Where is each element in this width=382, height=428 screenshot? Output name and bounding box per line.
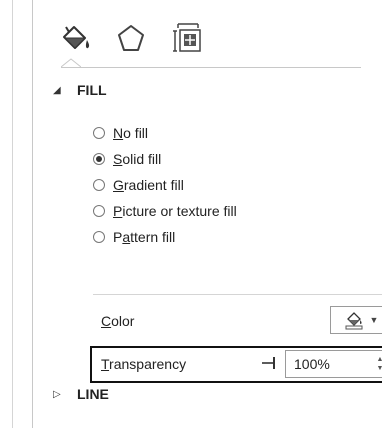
collapse-caret-icon: ◢ bbox=[53, 84, 61, 96]
radio-label: Gradient fill bbox=[113, 177, 184, 193]
spin-buttons[interactable]: ▲ ▼ bbox=[372, 351, 382, 377]
fill-divider bbox=[93, 294, 382, 295]
transparency-value[interactable]: 100% bbox=[286, 356, 372, 372]
radio-button-selected-icon[interactable] bbox=[93, 153, 105, 165]
radio-label: Pattern fill bbox=[113, 229, 176, 245]
radio-gradient-fill[interactable]: Gradient fill bbox=[93, 172, 237, 198]
format-pane: ◢ FILL No fill Solid fill Gradient fill … bbox=[33, 0, 382, 428]
line-section-title: LINE bbox=[77, 386, 109, 402]
transparency-slider-handle-icon[interactable] bbox=[261, 356, 277, 370]
radio-picture-texture-fill[interactable]: Picture or texture fill bbox=[93, 198, 237, 224]
tab-row bbox=[57, 16, 205, 60]
chevron-down-icon: ▼ bbox=[369, 315, 379, 325]
radio-pattern-fill[interactable]: Pattern fill bbox=[93, 224, 237, 250]
fill-section-title: FILL bbox=[77, 82, 107, 98]
transparency-spinbox[interactable]: 100% ▲ ▼ bbox=[285, 350, 382, 378]
radio-no-fill[interactable]: No fill bbox=[93, 120, 237, 146]
paint-bucket-icon bbox=[345, 312, 363, 330]
fill-options: No fill Solid fill Gradient fill Picture… bbox=[93, 120, 237, 250]
tab-size-properties[interactable] bbox=[169, 20, 205, 56]
radio-label: Solid fill bbox=[113, 151, 162, 167]
fill-line-icon bbox=[63, 26, 90, 49]
radio-solid-fill[interactable]: Solid fill bbox=[93, 146, 237, 172]
tab-separator bbox=[61, 67, 361, 68]
worksheet-edge bbox=[12, 0, 13, 428]
transparency-label: Transparency bbox=[101, 356, 187, 372]
radio-label: Picture or texture fill bbox=[113, 203, 237, 219]
spin-down-icon[interactable]: ▼ bbox=[377, 364, 382, 373]
expand-caret-icon: ▷ bbox=[53, 388, 61, 400]
color-label: Color bbox=[101, 313, 135, 329]
tab-effects[interactable] bbox=[113, 20, 149, 56]
radio-button-icon[interactable] bbox=[93, 127, 105, 139]
line-section-header[interactable]: ▷ LINE bbox=[53, 386, 109, 402]
format-shape-pane-window: ◢ FILL No fill Solid fill Gradient fill … bbox=[0, 0, 382, 428]
size-properties-icon bbox=[173, 23, 201, 52]
fill-section-header[interactable]: ◢ FILL bbox=[53, 82, 107, 98]
radio-button-icon[interactable] bbox=[93, 205, 105, 217]
radio-button-icon[interactable] bbox=[93, 179, 105, 191]
radio-button-icon[interactable] bbox=[93, 231, 105, 243]
radio-label: No fill bbox=[113, 125, 149, 141]
effects-pentagon-icon bbox=[118, 25, 144, 51]
fill-color-button[interactable]: ▼ bbox=[330, 306, 382, 334]
tab-fill-line[interactable] bbox=[57, 20, 93, 56]
spin-up-icon[interactable]: ▲ bbox=[377, 355, 382, 364]
